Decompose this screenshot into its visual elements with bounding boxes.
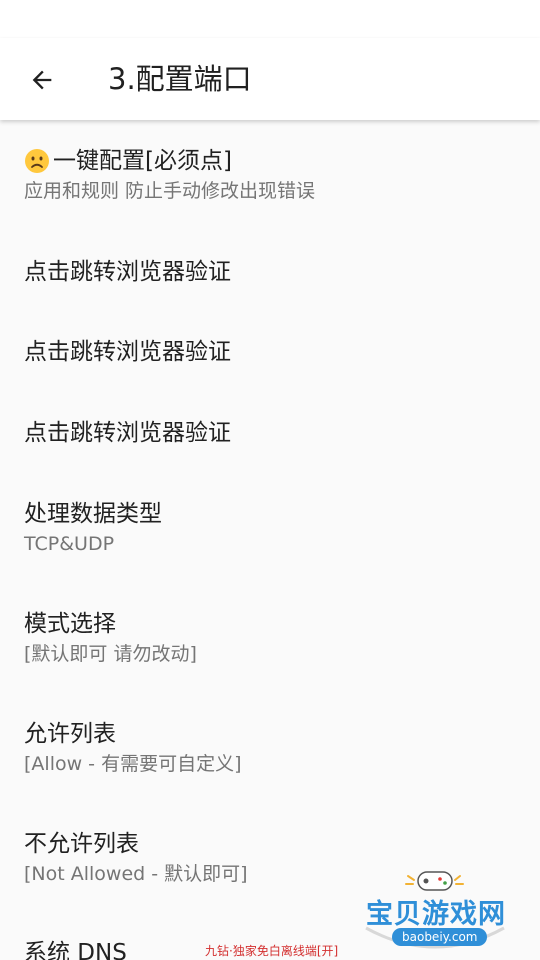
app-bar: 3.配置端口 — [0, 38, 540, 120]
pref-title: 允许列表 — [24, 721, 116, 747]
watermark-logo: 宝贝游戏网 baobeiy.com — [360, 866, 510, 956]
pref-browser-verify-2[interactable]: 点击跳转浏览器验证 — [24, 337, 516, 367]
pref-title: 一键配置[必须点] — [53, 148, 232, 174]
promo-text: 九钻·独家免白离线端[开] — [205, 944, 339, 958]
pref-summary: [Allow - 有需要可自定义] — [24, 753, 242, 775]
pref-summary: 应用和规则 防止手动修改出现错误 — [24, 180, 316, 202]
pref-summary: TCP&UDP — [24, 533, 115, 555]
watermark-site-name: 宝贝游戏网 — [366, 899, 506, 930]
frowning-face-icon — [25, 149, 49, 173]
arrow-left-icon — [32, 70, 52, 90]
pref-mode-select[interactable]: 模式选择 [默认即可 请勿改动] — [24, 609, 516, 667]
pref-browser-verify-3[interactable]: 点击跳转浏览器验证 — [24, 418, 516, 448]
pref-title: 处理数据类型 — [24, 501, 162, 527]
pref-allow-list[interactable]: 允许列表 [Allow - 有需要可自定义] — [24, 719, 516, 777]
screen: 3.配置端口 一键配置[必须点] 应用和规则 防止手动修改出现错误 点击跳转浏览… — [0, 0, 540, 960]
pref-data-type[interactable]: 处理数据类型 TCP&UDP — [24, 499, 516, 557]
pref-title: 模式选择 — [24, 611, 116, 637]
status-bar — [0, 0, 540, 38]
pref-title: 点击跳转浏览器验证 — [24, 339, 231, 365]
page-title: 3.配置端口 — [108, 62, 252, 96]
pref-title: 点击跳转浏览器验证 — [24, 259, 231, 285]
pref-title: 不允许列表 — [24, 831, 139, 857]
pref-one-click-config[interactable]: 一键配置[必须点] 应用和规则 防止手动修改出现错误 — [24, 146, 516, 204]
back-button[interactable] — [22, 60, 62, 100]
pref-browser-verify-1[interactable]: 点击跳转浏览器验证 — [24, 257, 516, 287]
pref-summary: [默认即可 请勿改动] — [24, 643, 197, 665]
pref-title: 点击跳转浏览器验证 — [24, 420, 231, 446]
watermark-domain: baobeiy.com — [392, 928, 488, 946]
